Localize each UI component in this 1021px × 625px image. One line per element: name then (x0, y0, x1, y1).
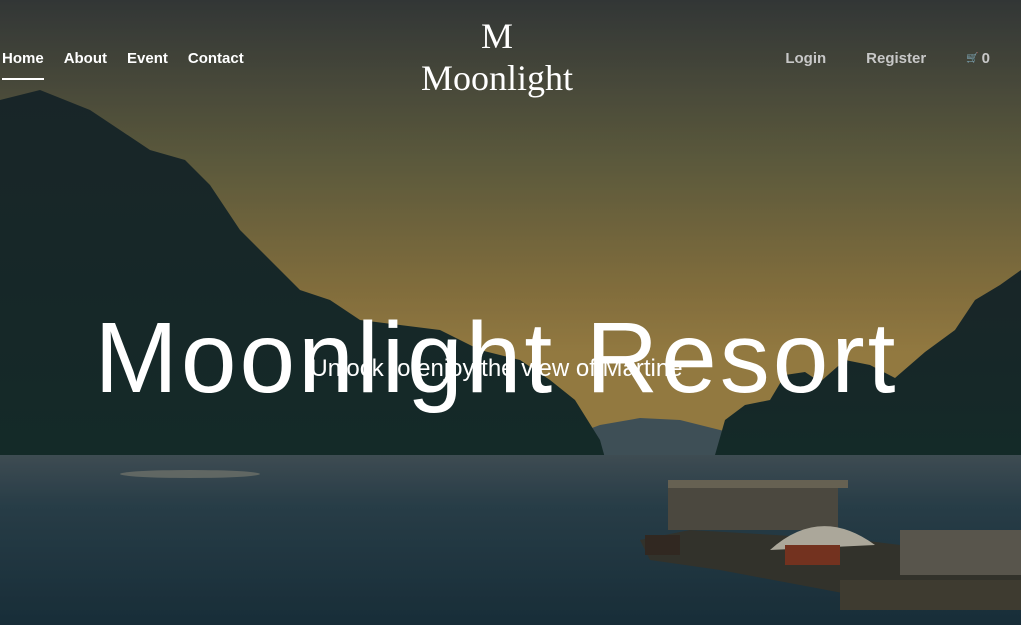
hero-subtitle: Unlock to enjoy the view of Martine (310, 355, 683, 382)
register-link[interactable]: Register (866, 50, 926, 68)
nav-event-link[interactable]: Event (127, 50, 168, 68)
main-nav: Home About Event Contact (2, 50, 244, 80)
cart-count: 0 (981, 50, 990, 67)
nav-about-link[interactable]: About (64, 50, 107, 68)
cart-icon: 🛒 (966, 53, 979, 64)
nav-home-link[interactable]: Home (2, 50, 44, 80)
nav-contact-link[interactable]: Contact (188, 50, 244, 68)
brand-mark: M (480, 16, 513, 56)
brand-logo[interactable]: M Moonlight (397, 16, 597, 100)
account-nav: Login Register 🛒 0 (785, 50, 990, 68)
login-link[interactable]: Login (785, 50, 826, 68)
cart-button[interactable]: 🛒 0 (966, 50, 990, 68)
brand-name: Moonlight (420, 58, 573, 98)
